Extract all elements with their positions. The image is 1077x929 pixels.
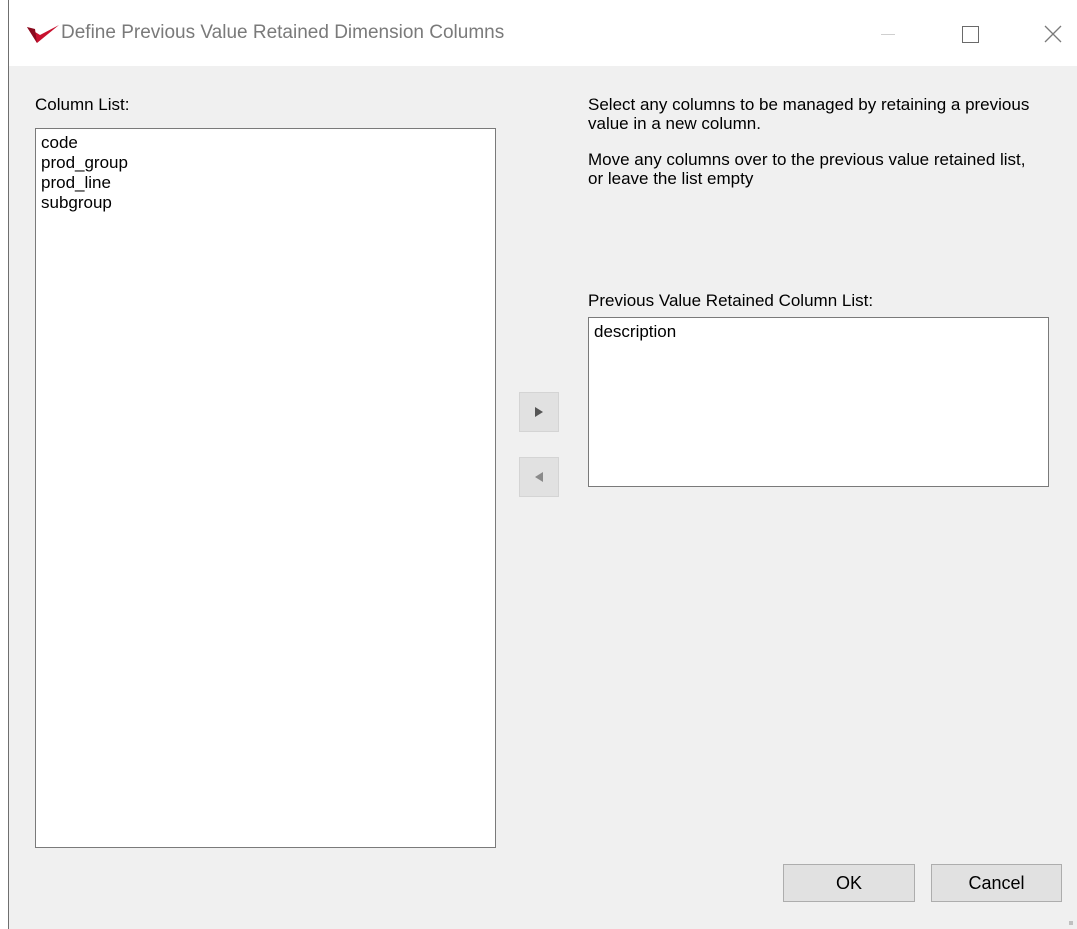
- retained-list-label: Previous Value Retained Column List:: [588, 291, 874, 310]
- list-item[interactable]: subgroup: [41, 193, 490, 213]
- app-logo-icon: [27, 25, 59, 43]
- triangle-left-icon: [535, 472, 543, 482]
- instruction-line: or leave the list empty: [588, 169, 754, 188]
- instruction-line: Move any columns over to the previous va…: [588, 150, 1026, 169]
- triangle-right-icon: [535, 407, 543, 417]
- column-list-label: Column List:: [35, 95, 130, 114]
- instructions-text: Select any columns to be managed by reta…: [588, 95, 1048, 188]
- column-list-box[interactable]: code prod_group prod_line subgroup: [35, 128, 496, 848]
- retained-list-box[interactable]: description: [588, 317, 1049, 487]
- move-right-button[interactable]: [519, 392, 559, 432]
- ok-button[interactable]: OK: [783, 864, 915, 902]
- instruction-line: Select any columns to be managed by reta…: [588, 95, 1030, 133]
- cancel-button[interactable]: Cancel: [931, 864, 1062, 902]
- window-title: Define Previous Value Retained Dimension…: [61, 22, 505, 43]
- minimize-button[interactable]: [865, 12, 911, 56]
- close-button[interactable]: [1029, 12, 1075, 56]
- maximize-button[interactable]: [947, 12, 993, 56]
- list-item[interactable]: description: [594, 322, 1043, 342]
- list-item[interactable]: prod_line: [41, 173, 490, 193]
- resize-grip[interactable]: [1069, 921, 1073, 925]
- list-item[interactable]: prod_group: [41, 153, 490, 173]
- list-item[interactable]: code: [41, 133, 490, 153]
- dialog-window: Define Previous Value Retained Dimension…: [8, 0, 1077, 929]
- move-left-button[interactable]: [519, 457, 559, 497]
- title-bar[interactable]: Define Previous Value Retained Dimension…: [9, 0, 1077, 66]
- close-icon: [1044, 25, 1062, 43]
